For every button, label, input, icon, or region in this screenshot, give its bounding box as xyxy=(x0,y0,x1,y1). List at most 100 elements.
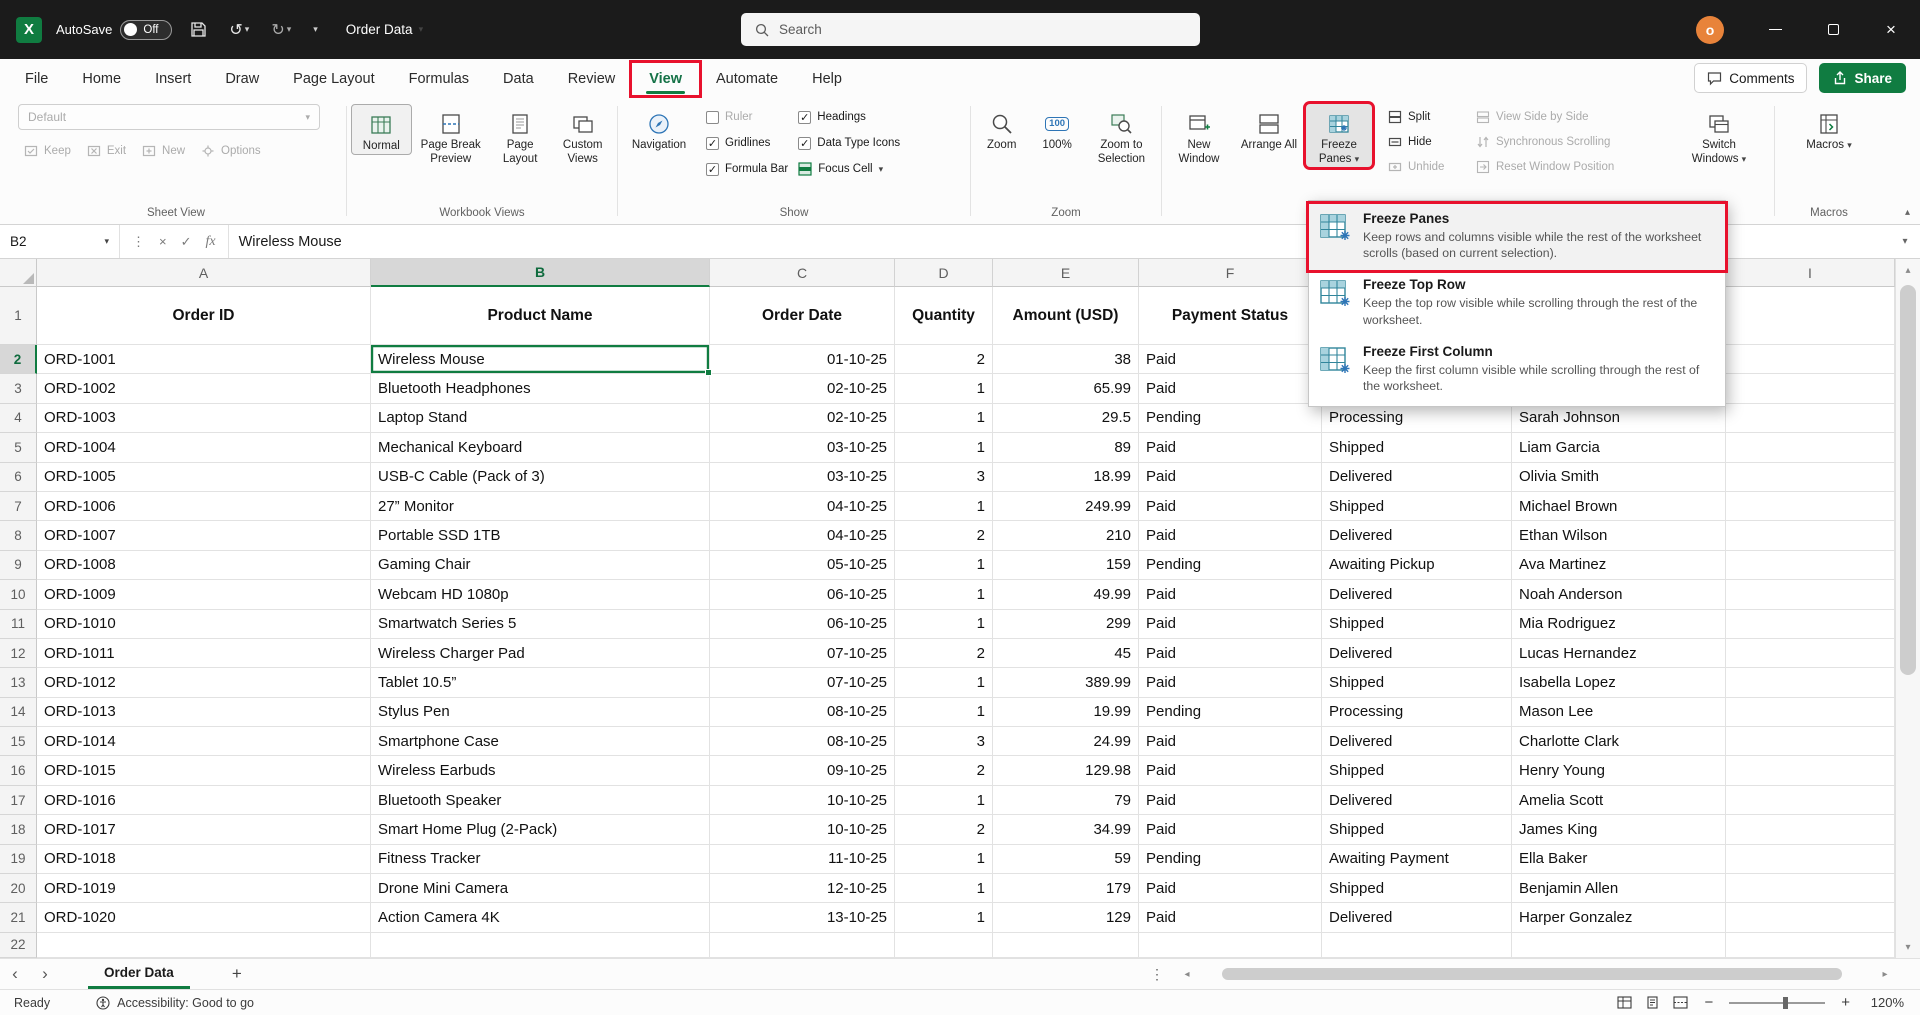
cell-B22[interactable] xyxy=(371,933,710,958)
comments-button[interactable]: Comments xyxy=(1694,63,1807,93)
row-header-13[interactable]: 13 xyxy=(0,668,37,697)
cell-H7[interactable]: Michael Brown xyxy=(1512,492,1726,521)
row-header-10[interactable]: 10 xyxy=(0,580,37,609)
cell-C2[interactable]: 01-10-25 xyxy=(710,345,895,374)
cell-F13[interactable]: Paid xyxy=(1139,668,1322,697)
zoom-percentage[interactable]: 120% xyxy=(1866,995,1904,1010)
cell-A17[interactable]: ORD-1016 xyxy=(37,786,371,815)
menu-item-freeze-first-column[interactable]: Freeze First Column Keep the first colum… xyxy=(1309,337,1725,403)
cell-C12[interactable]: 07-10-25 xyxy=(710,639,895,668)
tab-data[interactable]: Data xyxy=(486,63,551,95)
cell-G6[interactable]: Delivered xyxy=(1322,463,1512,492)
cell-I19[interactable] xyxy=(1726,845,1895,874)
cell-D14[interactable]: 1 xyxy=(895,698,993,727)
cell-I4[interactable] xyxy=(1726,404,1895,433)
cell-H14[interactable]: Mason Lee xyxy=(1512,698,1726,727)
cell-B9[interactable]: Gaming Chair xyxy=(371,551,710,580)
column-header-A[interactable]: A xyxy=(37,259,371,287)
cell-A13[interactable]: ORD-1012 xyxy=(37,668,371,697)
cell-D20[interactable]: 1 xyxy=(895,874,993,903)
cell-H21[interactable]: Harper Gonzalez xyxy=(1512,903,1726,932)
unhide-button[interactable]: Unhide xyxy=(1382,154,1466,179)
zoom-to-selection-button[interactable]: Zoom to Selection xyxy=(1086,104,1157,167)
cell-C11[interactable]: 06-10-25 xyxy=(710,610,895,639)
cell-G19[interactable]: Awaiting Payment xyxy=(1322,845,1512,874)
tab-insert[interactable]: Insert xyxy=(138,63,208,95)
cell-C4[interactable]: 02-10-25 xyxy=(710,404,895,433)
horizontal-scrollbar-thumb[interactable] xyxy=(1222,968,1842,980)
cell-H10[interactable]: Noah Anderson xyxy=(1512,580,1726,609)
gridlines-checkbox[interactable]: ✓ Gridlines xyxy=(706,130,788,156)
cell-I7[interactable] xyxy=(1726,492,1895,521)
cell-C3[interactable]: 02-10-25 xyxy=(710,374,895,403)
accessibility-status[interactable]: Accessibility: Good to go xyxy=(96,996,254,1010)
row-header-12[interactable]: 12 xyxy=(0,639,37,668)
cell-C17[interactable]: 10-10-25 xyxy=(710,786,895,815)
cell-F15[interactable]: Paid xyxy=(1139,727,1322,756)
document-title[interactable]: Order Data ▾ xyxy=(346,22,423,37)
column-header-B[interactable]: B xyxy=(371,259,710,287)
cell-C22[interactable] xyxy=(710,933,895,958)
cell-A6[interactable]: ORD-1005 xyxy=(37,463,371,492)
cell-D8[interactable]: 2 xyxy=(895,521,993,550)
row-header-15[interactable]: 15 xyxy=(0,727,37,756)
cell-A10[interactable]: ORD-1009 xyxy=(37,580,371,609)
cell-A5[interactable]: ORD-1004 xyxy=(37,433,371,462)
cell-H18[interactable]: James King xyxy=(1512,815,1726,844)
row-header-2[interactable]: 2 xyxy=(0,345,37,374)
cell-B19[interactable]: Fitness Tracker xyxy=(371,845,710,874)
row-header-16[interactable]: 16 xyxy=(0,756,37,785)
zoom-100-button[interactable]: 100 100% xyxy=(1030,104,1083,153)
formula-bar-checkbox[interactable]: ✓ Formula Bar xyxy=(706,156,788,182)
cell-G22[interactable] xyxy=(1322,933,1512,958)
cell-E8[interactable]: 210 xyxy=(993,521,1139,550)
cell-G9[interactable]: Awaiting Pickup xyxy=(1322,551,1512,580)
cell-D15[interactable]: 3 xyxy=(895,727,993,756)
cell-H4[interactable]: Sarah Johnson xyxy=(1512,404,1726,433)
cancel-icon[interactable]: × xyxy=(159,234,167,249)
scroll-right-icon[interactable]: ▸ xyxy=(1878,969,1892,980)
cell-F14[interactable]: Pending xyxy=(1139,698,1322,727)
cell-H17[interactable]: Amelia Scott xyxy=(1512,786,1726,815)
cell-F1[interactable]: Payment Status xyxy=(1139,287,1322,345)
view-side-by-side-button[interactable]: View Side by Side xyxy=(1470,104,1682,129)
cell-H22[interactable] xyxy=(1512,933,1726,958)
ruler-checkbox[interactable]: Ruler xyxy=(706,104,788,130)
arrange-all-button[interactable]: Arrange All xyxy=(1236,104,1302,153)
sheet-view-options-button[interactable]: Options xyxy=(195,138,267,163)
insert-function-icon[interactable]: fx xyxy=(206,234,216,250)
cell-G7[interactable]: Shipped xyxy=(1322,492,1512,521)
cell-F9[interactable]: Pending xyxy=(1139,551,1322,580)
cell-F16[interactable]: Paid xyxy=(1139,756,1322,785)
share-button[interactable]: Share xyxy=(1819,63,1906,93)
sheet-nav-left-icon[interactable]: ‹ xyxy=(0,964,30,984)
sheet-nav-right-icon[interactable]: › xyxy=(30,964,60,984)
row-header-4[interactable]: 4 xyxy=(0,404,37,433)
cell-D6[interactable]: 3 xyxy=(895,463,993,492)
cell-C1[interactable]: Order Date xyxy=(710,287,895,345)
cell-C20[interactable]: 12-10-25 xyxy=(710,874,895,903)
cell-I13[interactable] xyxy=(1726,668,1895,697)
sheet-scrollbar-splitter[interactable]: ⋮ xyxy=(1150,966,1164,983)
cell-D13[interactable]: 1 xyxy=(895,668,993,697)
view-page-layout-icon[interactable] xyxy=(1645,996,1660,1009)
cell-G10[interactable]: Delivered xyxy=(1322,580,1512,609)
column-header-D[interactable]: D xyxy=(895,259,993,287)
cell-I22[interactable] xyxy=(1726,933,1895,958)
navigation-button[interactable]: Navigation xyxy=(622,104,696,153)
view-page-break-icon[interactable] xyxy=(1673,996,1688,1009)
cell-F4[interactable]: Pending xyxy=(1139,404,1322,433)
page-break-preview-button[interactable]: Page Break Preview xyxy=(414,104,488,167)
cell-D16[interactable]: 2 xyxy=(895,756,993,785)
cell-E18[interactable]: 34.99 xyxy=(993,815,1139,844)
redo-button[interactable]: ↻▾ xyxy=(267,16,295,44)
cell-H12[interactable]: Lucas Hernandez xyxy=(1512,639,1726,668)
cell-G12[interactable]: Delivered xyxy=(1322,639,1512,668)
cell-H8[interactable]: Ethan Wilson xyxy=(1512,521,1726,550)
collapse-ribbon-button[interactable]: ▴ xyxy=(1905,207,1910,218)
cell-C8[interactable]: 04-10-25 xyxy=(710,521,895,550)
cell-B20[interactable]: Drone Mini Camera xyxy=(371,874,710,903)
row-header-11[interactable]: 11 xyxy=(0,610,37,639)
cell-B11[interactable]: Smartwatch Series 5 xyxy=(371,610,710,639)
cell-G16[interactable]: Shipped xyxy=(1322,756,1512,785)
